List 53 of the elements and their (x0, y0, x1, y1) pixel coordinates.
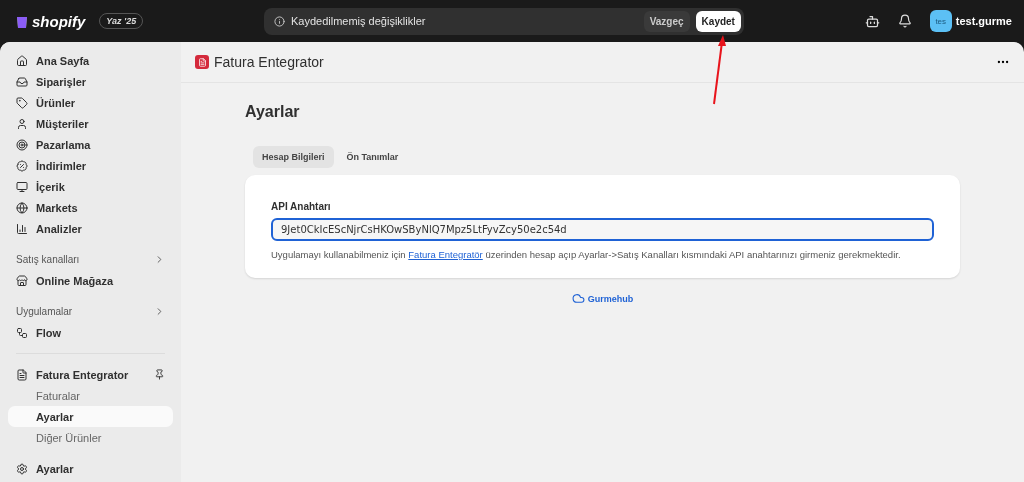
sidebar-item[interactable]: Online Mağaza (8, 270, 173, 291)
user-name[interactable]: test.gurme (955, 15, 1012, 27)
discard-button[interactable]: Vazgeç (643, 10, 690, 32)
sidebar-item[interactable]: Ürünler (8, 92, 173, 113)
section-title[interactable]: Satış kanalları (16, 254, 80, 265)
inbox-icon (16, 75, 28, 88)
api-key-field[interactable]: 9Jet0CkIcEScNjrCsHKOwSByNlQ7Mpz5LtFyvZcy50e2c54d (271, 218, 934, 241)
document-icon (195, 55, 209, 69)
sidebar-item[interactable]: Fatura Entegrator (8, 364, 173, 385)
target-icon (16, 138, 28, 151)
unsaved-message: Kaydedilmemiş değişiklikler (290, 15, 427, 27)
robot-icon[interactable] (864, 13, 880, 29)
pin-icon[interactable] (154, 369, 165, 380)
sidebar-item[interactable]: Ayarlar (8, 458, 173, 479)
sidebar-item[interactable]: Pazarlama (8, 134, 173, 155)
user-avatar[interactable]: tes (929, 10, 952, 32)
monitor-icon (16, 180, 28, 193)
document-icon (16, 368, 28, 381)
page-title: Ayarlar (245, 103, 301, 121)
percent-badge-icon (16, 159, 28, 172)
sidebar-item[interactable]: Ana Sayfa (8, 50, 173, 71)
section-title[interactable]: Uygulamalar (16, 306, 73, 317)
sidebar-item[interactable]: Markets (8, 197, 173, 218)
tab[interactable]: Hesap Bilgileri (253, 146, 334, 168)
app-title: Fatura Entegrator (214, 54, 324, 70)
bar-chart-icon (16, 222, 28, 235)
workflow-icon (16, 326, 28, 339)
gear-icon (16, 462, 28, 475)
shopify-logo[interactable]: shopify (16, 12, 86, 30)
globe-icon (16, 201, 28, 214)
bell-icon[interactable] (897, 14, 912, 28)
sidebar-item[interactable]: İçerik (8, 176, 173, 197)
tab[interactable]: Ön Tanımlar (337, 146, 408, 168)
brand-logo[interactable]: Gurmehub (571, 292, 634, 305)
help-link[interactable]: Fatura Entegratör (408, 249, 483, 260)
sidebar-item[interactable]: Flow (8, 322, 173, 343)
cloud-icon (571, 292, 585, 305)
sidebar-item[interactable]: Müşteriler (8, 113, 173, 134)
person-icon (16, 117, 28, 130)
help-text: Uygulamayı kullanabilmeniz için Fatura Entegratör üzerinden hesap açıp Ayarlar->Satış Kanalları kısmındaki API anahtarınızı girmeniz gerekmektedir. (271, 249, 902, 260)
save-button[interactable]: Kaydet (695, 10, 741, 32)
tag-icon (16, 96, 28, 109)
sidebar-subitem[interactable]: Faturalar (8, 385, 173, 406)
sidebar-item[interactable]: Siparişler (8, 71, 173, 92)
home-icon (16, 54, 28, 67)
sidebar-subitem[interactable]: Diğer Ürünler (8, 427, 173, 448)
sidebar-item[interactable]: Analizler (8, 218, 173, 239)
sidebar-subitem[interactable]: Ayarlar (8, 406, 173, 427)
field-label: API Anahtarı (271, 201, 332, 212)
sidebar-item[interactable]: İndirimler (8, 155, 173, 176)
store-icon (16, 274, 28, 287)
shopping-bag-icon (16, 14, 28, 28)
info-icon (273, 15, 285, 27)
